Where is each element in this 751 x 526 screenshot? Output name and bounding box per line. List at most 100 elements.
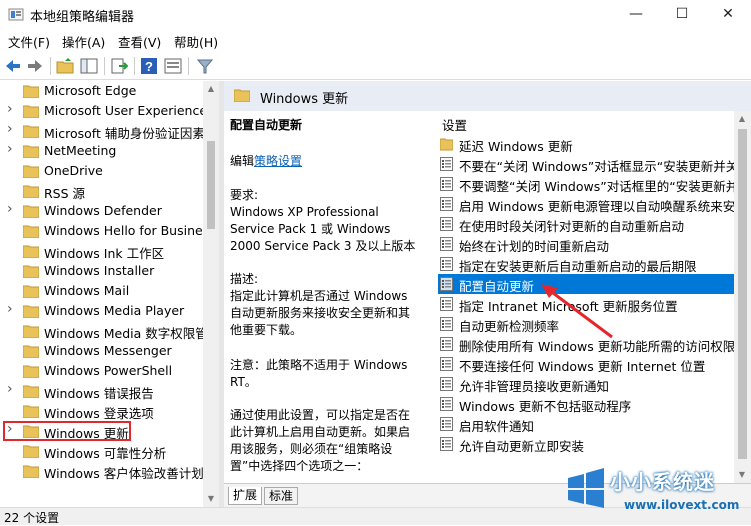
tree-item[interactable]: Windows Mail [0, 281, 203, 301]
tree-item-label: Windows 可靠性分析 [44, 446, 167, 461]
setting-label: 允许自动更新立即安装 [459, 439, 585, 454]
tree-scrollbar[interactable]: ▲ ▼ [203, 81, 219, 507]
policy-setting-row[interactable]: 不要调整“关闭 Windows”对话框里的“安装更新并关机” [438, 174, 734, 194]
expand-chevron-icon[interactable]: › [7, 381, 13, 397]
policy-setting-row[interactable]: 不要在“关闭 Windows”对话框显示“安装更新并关机” [438, 154, 734, 174]
tree-item[interactable]: Windows Media 数字权限管 [0, 321, 203, 341]
menu-file[interactable]: 文件(F) [8, 32, 50, 51]
policy-setting-row[interactable]: 启用 Windows 更新电源管理以自动唤醒系统来安装计划 [438, 194, 734, 214]
tree-item-label: Microsoft 辅助身份验证因素 [44, 126, 203, 141]
tree-scrollbar-thumb[interactable] [207, 141, 215, 229]
toolbar-separator [50, 57, 51, 75]
tree-item-label: Microsoft User Experience [44, 103, 203, 118]
folder-icon [23, 425, 39, 438]
tree-item[interactable]: Windows 客户体验改善计划 [0, 461, 203, 481]
expand-chevron-icon[interactable]: › [7, 101, 13, 117]
tree-item[interactable]: Windows Messenger [0, 341, 203, 361]
tree-item[interactable]: › Windows 更新 [3, 421, 131, 441]
edit-policy-link[interactable]: 策略设置 [254, 154, 302, 168]
tree-item[interactable]: › NetMeeting [0, 141, 203, 161]
folder-icon [23, 305, 39, 318]
tree-item[interactable]: RSS 源 [0, 181, 203, 201]
setting-label: 配置自动更新 [459, 279, 535, 294]
policy-setting-row[interactable]: 自动更新检测频率 [438, 314, 734, 334]
policy-setting-row[interactable]: 配置自动更新 [438, 274, 734, 294]
expand-chevron-icon[interactable]: › [7, 141, 13, 157]
tree-item[interactable]: Windows Ink 工作区 [0, 241, 203, 261]
policy-setting-icon [440, 357, 453, 371]
policy-setting-row[interactable]: 指定在安装更新后自动重新启动的最后期限 [438, 254, 734, 274]
menu-view[interactable]: 查看(V) [118, 32, 161, 51]
windows-logo-icon [568, 468, 604, 508]
tree-item[interactable]: › Microsoft 辅助身份验证因素 [0, 121, 203, 141]
requirements-text: 要求: Windows XP Professional Service Pack… [230, 188, 416, 253]
tree-item[interactable]: Windows 登录选项 [0, 401, 203, 421]
policy-setting-icon [440, 417, 453, 431]
menu-help[interactable]: 帮助(H) [174, 32, 218, 51]
maximize-button[interactable]: ☐ [659, 0, 705, 30]
tab-standard[interactable]: 标准 [264, 487, 299, 505]
tree-item[interactable]: › Microsoft User Experience [0, 101, 203, 121]
folder-icon [23, 185, 39, 198]
tree-item[interactable]: › Windows 错误报告 [0, 381, 203, 401]
settings-column-header[interactable]: 设置 [442, 115, 467, 134]
settings-scrollbar-thumb[interactable] [738, 129, 747, 459]
expand-chevron-icon[interactable]: › [7, 301, 13, 317]
help-icon[interactable]: ? [140, 57, 158, 75]
expand-chevron-icon[interactable]: › [7, 121, 13, 137]
show-hide-tree-icon[interactable] [80, 57, 98, 75]
scroll-up-arrow-icon[interactable]: ▲ [203, 81, 219, 97]
tree-item[interactable]: Windows 可靠性分析 [0, 441, 203, 461]
policy-setting-row[interactable]: 指定 Intranet Microsoft 更新服务位置 [438, 294, 734, 314]
tree-item-label: Windows Messenger [44, 343, 172, 358]
tree-item[interactable]: Windows PowerShell [0, 361, 203, 381]
tree-item[interactable]: OneDrive [0, 161, 203, 181]
tree-item-label: NetMeeting [44, 143, 117, 158]
tab-extended[interactable]: 扩展 [228, 487, 263, 505]
up-folder-icon[interactable] [56, 57, 74, 75]
back-arrow-icon[interactable] [4, 57, 22, 75]
settings-folder-row[interactable]: 延迟 Windows 更新 [438, 134, 734, 154]
forward-arrow-icon[interactable] [26, 57, 44, 75]
policy-setting-icon [440, 397, 453, 411]
expand-chevron-icon[interactable]: › [7, 421, 13, 437]
settings-list-scrollbar[interactable]: ▲ ▼ [734, 111, 751, 483]
scroll-down-arrow-icon[interactable]: ▼ [203, 491, 219, 507]
note-text: 注意：此策略不适用于 Windows RT。 [230, 358, 408, 389]
policy-setting-row[interactable]: 删除使用所有 Windows 更新功能所需的访问权限 [438, 334, 734, 354]
folder-icon [23, 145, 39, 158]
tree-item[interactable]: Windows Hello for Business [0, 221, 203, 241]
properties-icon[interactable] [164, 57, 182, 75]
policy-setting-row[interactable]: 始终在计划的时间重新启动 [438, 234, 734, 254]
folder-icon [23, 245, 39, 258]
policy-setting-icon [440, 437, 453, 451]
policy-setting-row[interactable]: 在使用时段关闭针对更新的自动重新启动 [438, 214, 734, 234]
tree-item-label: Windows PowerShell [44, 363, 173, 378]
setting-label: 始终在计划的时间重新启动 [459, 239, 610, 254]
scroll-up-arrow-icon[interactable]: ▲ [734, 111, 750, 127]
expand-chevron-icon[interactable]: › [7, 201, 13, 217]
setting-label: 延迟 Windows 更新 [459, 139, 573, 154]
folder-icon [23, 165, 39, 178]
minimize-button[interactable]: — [613, 0, 659, 30]
folder-icon [23, 345, 39, 358]
folder-icon [23, 225, 39, 238]
policy-setting-row[interactable]: Windows 更新不包括驱动程序 [438, 394, 734, 414]
tree-item-label: Windows Media Player [44, 303, 185, 318]
close-button[interactable]: ✕ [705, 0, 751, 30]
folder-icon [23, 85, 39, 98]
policy-setting-row[interactable]: 允许非管理员接收更新通知 [438, 374, 734, 394]
policy-setting-row[interactable]: 允许自动更新立即安装 [438, 434, 734, 454]
tree-item-label: Windows 错误报告 [44, 386, 154, 401]
tree-item[interactable]: › Windows Media Player [0, 301, 203, 321]
setting-label: 指定在安装更新后自动重新启动的最后期限 [459, 259, 697, 274]
export-list-icon[interactable] [110, 57, 128, 75]
policy-tree: Microsoft Edge › Microsoft User Experience… [0, 81, 219, 507]
policy-setting-row[interactable]: 不要连接任何 Windows 更新 Internet 位置 [438, 354, 734, 374]
filter-icon[interactable] [196, 57, 214, 75]
policy-setting-row[interactable]: 启用软件通知 [438, 414, 734, 434]
tree-item[interactable]: › Windows Defender [0, 201, 203, 221]
tree-item[interactable]: Windows Installer [0, 261, 203, 281]
menu-action[interactable]: 操作(A) [62, 32, 105, 51]
tree-item[interactable]: Microsoft Edge [0, 81, 203, 101]
